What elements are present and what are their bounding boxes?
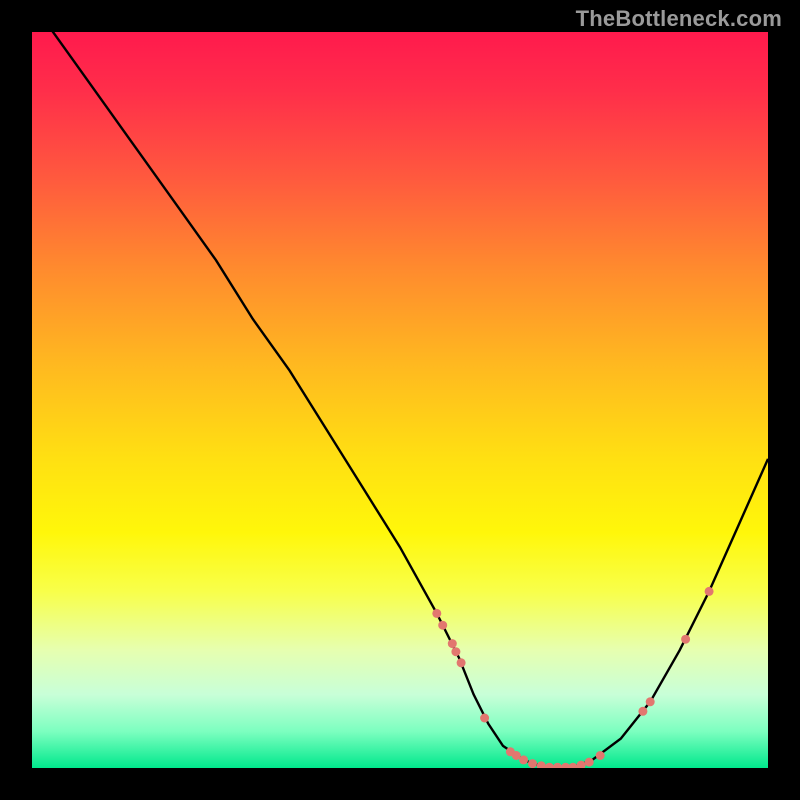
- highlight-point: [553, 763, 562, 768]
- highlight-point: [438, 621, 447, 630]
- highlight-point: [537, 761, 546, 768]
- plot-area: [32, 32, 768, 768]
- highlight-point: [545, 763, 554, 768]
- highlight-point: [596, 751, 605, 760]
- highlight-point: [681, 635, 690, 644]
- chart-frame: [32, 32, 768, 768]
- highlight-point: [646, 697, 655, 706]
- highlight-point: [457, 658, 466, 667]
- highlight-point: [585, 758, 594, 767]
- highlight-point: [577, 761, 586, 768]
- bottleneck-curve-path: [32, 32, 768, 768]
- highlight-point: [569, 763, 578, 768]
- highlight-markers: [432, 587, 713, 768]
- watermark-text: TheBottleneck.com: [576, 6, 782, 32]
- highlight-point: [638, 707, 647, 716]
- highlight-point: [519, 755, 528, 764]
- highlight-point: [432, 609, 441, 618]
- highlight-point: [528, 759, 537, 768]
- chart-svg: [32, 32, 768, 768]
- highlight-point: [451, 647, 460, 656]
- highlight-point: [705, 587, 714, 596]
- highlight-point: [448, 639, 457, 648]
- highlight-point: [480, 714, 489, 723]
